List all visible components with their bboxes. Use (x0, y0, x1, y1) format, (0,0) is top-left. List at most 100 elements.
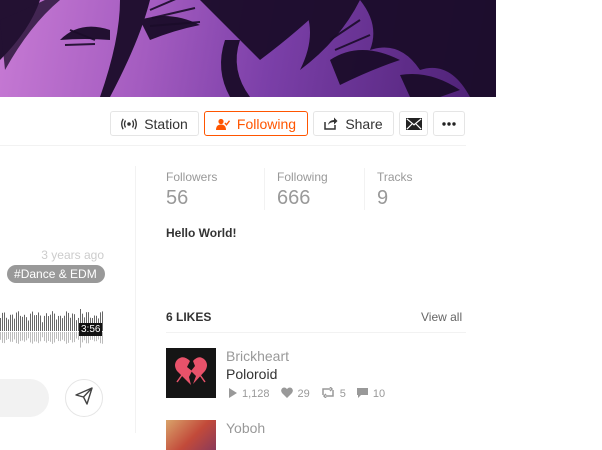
waveform-bar (52, 311, 53, 331)
waveform-reflection-bar (26, 332, 27, 341)
message-button[interactable] (399, 111, 428, 136)
reposts-stat[interactable]: 5 (321, 386, 346, 401)
waveform-reflection-bar (8, 332, 9, 339)
waveform-reflection-bar (74, 332, 75, 343)
stat-value: 9 (377, 187, 389, 209)
waveform-bar (2, 312, 3, 331)
waveform-reflection-bar (66, 332, 67, 344)
broken-heart-icon (174, 355, 208, 392)
track-stats: 1,128 29 5 10 (229, 386, 396, 401)
track-artist[interactable]: Brickheart (226, 348, 289, 364)
waveform-reflection-bar (12, 332, 13, 342)
user-check-icon (215, 118, 230, 130)
waveform-bar (62, 318, 63, 331)
waveform-bar (74, 314, 75, 331)
waveform-bar (32, 311, 33, 331)
waveform-reflection-bar (56, 332, 57, 339)
waveform-reflection-bar (72, 332, 73, 343)
track-artwork[interactable] (166, 420, 216, 450)
waveform-bar (0, 318, 1, 331)
waveform-reflection-bar (40, 332, 41, 342)
waveform-reflection-bar (64, 332, 65, 342)
station-label: Station (144, 115, 188, 132)
stat-label: Followers (166, 170, 218, 184)
waveform-reflection-bar (18, 332, 19, 344)
waveform-bar (26, 317, 27, 331)
column-divider (135, 166, 136, 433)
genre-tag-label: Dance & EDM (20, 267, 97, 281)
plays-count: 1,128 (242, 388, 270, 400)
likes-divider (166, 332, 466, 333)
waveform-bar (28, 320, 29, 331)
waveform-reflection-bar (50, 332, 51, 342)
stat-value: 56 (166, 187, 189, 209)
view-all-link[interactable]: View all (421, 310, 462, 324)
waveform-reflection-bar (20, 332, 21, 342)
waveform-bar (60, 315, 61, 331)
waveform-bar (72, 313, 73, 331)
waveform-bar (70, 317, 71, 331)
station-icon (121, 117, 138, 130)
waveform-bar (38, 312, 39, 331)
station-button[interactable]: Station (110, 111, 199, 136)
waveform-reflection-bar (24, 332, 25, 342)
waveform-bar (54, 313, 55, 331)
waveform-bar (46, 313, 47, 331)
likes-stat[interactable]: 29 (280, 387, 310, 401)
comment-input[interactable] (0, 379, 49, 417)
waveform-reflection-bar (0, 332, 1, 340)
waveform-bar (42, 322, 43, 331)
more-dots-icon (442, 121, 456, 126)
stat-divider (364, 168, 365, 210)
track-title[interactable]: Poloroid (226, 366, 277, 382)
waveform-bar (8, 319, 9, 331)
waveform-reflection-bar (62, 332, 63, 340)
envelope-icon (405, 117, 422, 130)
waveform-reflection-bar (54, 332, 55, 343)
paper-plane-icon (75, 386, 93, 410)
waveform-reflection-bar (14, 332, 15, 340)
share-button[interactable]: Share (313, 111, 394, 136)
track-duration: 3:56 (79, 323, 103, 336)
waveform-bar (34, 315, 35, 331)
waveform-bar (24, 314, 25, 331)
waveform-reflection-bar (36, 332, 37, 342)
waveform-reflection-bar (46, 332, 47, 343)
waveform-bar (22, 316, 23, 331)
profile-bio: Hello World! (166, 226, 237, 240)
comments-stat[interactable]: 10 (356, 387, 386, 401)
reposts-count: 5 (339, 388, 346, 400)
waveform-bar (18, 311, 19, 331)
following-button[interactable]: Following (204, 111, 308, 136)
waveform-reflection-bar (30, 332, 31, 343)
genre-tag[interactable]: # Dance & EDM (7, 265, 105, 283)
waveform-bar (16, 312, 17, 331)
send-comment-button[interactable] (65, 379, 103, 417)
track-artist[interactable]: Yoboh (226, 420, 265, 436)
track-artwork[interactable] (166, 348, 216, 398)
waveform-reflection-bar (6, 332, 7, 340)
waveform-bar (20, 315, 21, 331)
heart-icon (280, 387, 293, 401)
waveform-bar (76, 320, 77, 331)
comments-count: 10 (372, 388, 386, 400)
waveform-bar (36, 315, 37, 331)
stat-label: Following (277, 170, 328, 184)
waveform-reflection-bar (42, 332, 43, 338)
waveform-bar (64, 315, 65, 331)
waveform-reflection-bar (52, 332, 53, 344)
share-icon (324, 117, 338, 130)
play-icon (229, 387, 237, 401)
waveform-reflection-bar (44, 332, 45, 342)
more-button[interactable] (433, 111, 465, 136)
waveform-bar (56, 319, 57, 331)
waveform-reflection-bar (34, 332, 35, 342)
waveform-bar (40, 315, 41, 331)
post-time: 3 years ago (41, 248, 104, 262)
waveform-bar (12, 314, 13, 331)
likes-heading[interactable]: 6 LIKES (166, 310, 211, 324)
plays-stat[interactable]: 1,128 (229, 387, 270, 401)
waveform-reflection-bar (32, 332, 33, 344)
waveform-bar (48, 316, 49, 331)
waveform-reflection-bar (22, 332, 23, 341)
